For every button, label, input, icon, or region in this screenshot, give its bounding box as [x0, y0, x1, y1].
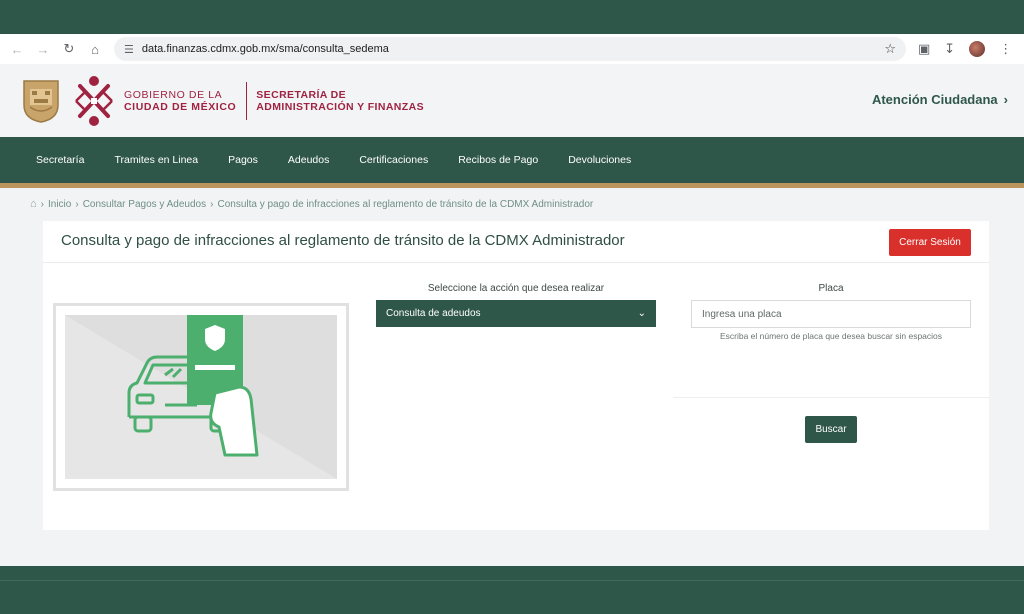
address-bar[interactable]: ☰ data.finanzas.cdmx.gob.mx/sma/consulta… — [114, 37, 906, 61]
back-arrow-icon[interactable]: ← — [6, 38, 28, 60]
page-title: Consulta y pago de infracciones al regla… — [61, 232, 625, 249]
download-icon[interactable]: ↧ — [944, 41, 955, 57]
breadcrumb-inicio[interactable]: Inicio — [48, 199, 71, 210]
footer-line — [0, 580, 1024, 581]
nav-item-recibos[interactable]: Recibos de Pago — [458, 154, 538, 166]
gov-line-2: CIUDAD DE MÉXICO — [124, 100, 237, 113]
consulta-card: Consulta y pago de infracciones al regla… — [43, 221, 989, 530]
atencion-label: Atención Ciudadana — [871, 92, 998, 107]
nav-item-adeudos[interactable]: Adeudos — [288, 154, 329, 166]
card-header: Consulta y pago de infracciones al regla… — [43, 221, 989, 263]
breadcrumb-current: Consulta y pago de infracciones al regla… — [217, 198, 594, 210]
nav-item-secretaria[interactable]: Secretaría — [36, 154, 84, 166]
plate-hint: Escriba el número de placa que desea bus… — [719, 331, 943, 341]
logout-button[interactable]: Cerrar Sesión — [889, 229, 971, 256]
car-ticket-illustration-icon: $ — [127, 315, 259, 457]
chevron-down-icon: ⌄ — [637, 308, 646, 319]
breadcrumb-sep: › — [75, 198, 79, 210]
chevron-right-icon: › — [1003, 92, 1008, 107]
profile-avatar[interactable] — [969, 41, 986, 57]
atencion-ciudadana-link[interactable]: Atención Ciudadana › — [872, 92, 1008, 107]
gov-line-1: GOBIERNO DE LA — [124, 88, 223, 101]
reload-icon[interactable]: ↻ — [58, 38, 80, 60]
secretaria-wordmark: SECRETARÍA DE ADMINISTRACIÓN Y FINANZAS — [256, 89, 424, 113]
plate-input[interactable] — [691, 300, 971, 328]
nav-item-devoluciones[interactable]: Devoluciones — [568, 154, 631, 166]
breadcrumb: ⌂ › Inicio › Consultar Pagos y Adeudos ›… — [30, 198, 593, 210]
bookmark-star-icon[interactable]: ☆ — [884, 41, 896, 57]
header-divider — [246, 81, 248, 120]
kebab-menu-icon[interactable]: ⋮ — [999, 41, 1012, 57]
action-select[interactable]: Consulta de adeudos ⌄ — [376, 300, 656, 327]
action-label: Seleccione la acción que desea realizar — [427, 283, 605, 294]
home-outline-icon[interactable]: ⌂ — [30, 198, 37, 210]
home-icon[interactable]: ⌂ — [84, 38, 106, 60]
illustration-background: $ — [65, 315, 337, 479]
sec-line-2: ADMINISTRACIÓN Y FINANZAS — [256, 100, 424, 113]
coat-of-arms-icon — [23, 79, 59, 123]
sec-line-1: SECRETARÍA DE — [256, 88, 347, 101]
plate-label: Placa — [818, 283, 844, 294]
address-url[interactable]: data.finanzas.cdmx.gob.mx/sma/consulta_s… — [142, 43, 884, 55]
nav-item-tramites[interactable]: Tramites en Linea — [114, 154, 198, 166]
site-info-icon[interactable]: ☰ — [124, 43, 134, 56]
illustration-frame: $ — [53, 303, 349, 491]
breadcrumb-sep: › — [40, 198, 44, 210]
main-nav: Secretaría Tramites en Linea Pagos Adeud… — [0, 137, 1024, 183]
action-select-value: Consulta de adeudos — [386, 308, 481, 319]
search-button[interactable]: Buscar — [805, 416, 857, 443]
forward-arrow-icon[interactable]: → — [32, 38, 54, 60]
site-header: GOBIERNO DE LA CIUDAD DE MÉXICO SECRETAR… — [0, 64, 1024, 137]
extensions-icon[interactable]: ▣ — [918, 41, 930, 57]
footer-band — [0, 566, 1024, 614]
browser-toolbar: ← → ↻ ⌂ ☰ data.finanzas.cdmx.gob.mx/sma/… — [0, 34, 1024, 64]
nav-item-certificaciones[interactable]: Certificaciones — [359, 154, 428, 166]
government-wordmark: GOBIERNO DE LA CIUDAD DE MÉXICO — [124, 89, 236, 113]
cdmx-logo-icon — [75, 75, 113, 126]
breadcrumb-consultar[interactable]: Consultar Pagos y Adeudos — [83, 199, 206, 210]
breadcrumb-sep: › — [210, 198, 214, 210]
page-content: ⌂ › Inicio › Consultar Pagos y Adeudos ›… — [0, 188, 1024, 566]
nav-item-pagos[interactable]: Pagos — [228, 154, 258, 166]
form-divider — [673, 397, 989, 398]
